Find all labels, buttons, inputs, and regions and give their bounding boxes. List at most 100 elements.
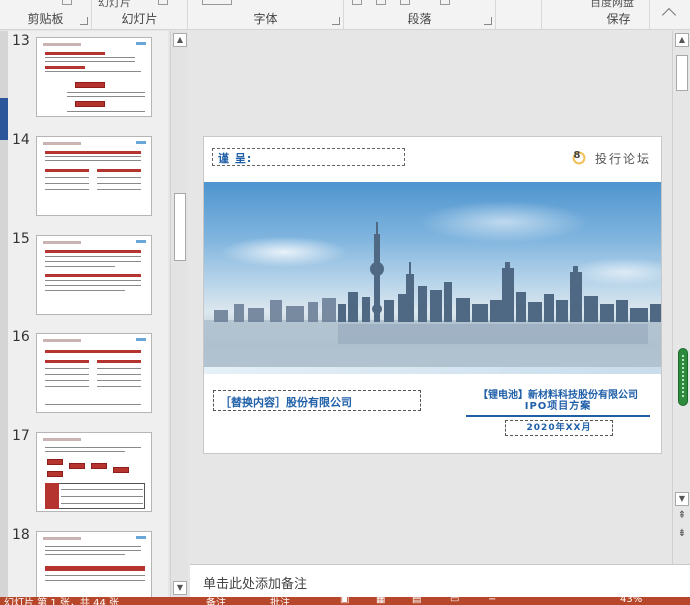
ribbon: 剪贴板 幻灯片 幻灯片 字体 段落 百度网盘 保存 — [0, 0, 690, 30]
slide-thumbnails-pane[interactable]: 13 14 15 16 17 18 — [8, 31, 168, 597]
next-slide-icon[interactable]: ⇟ — [675, 528, 689, 542]
notes-button[interactable]: 备注 — [206, 597, 226, 605]
normal-view-icon[interactable]: ▣ — [340, 597, 349, 605]
thumb-bar — [97, 169, 141, 172]
thumb-line — [61, 496, 143, 497]
baidu-netdisk-button[interactable]: 百度网盘 — [590, 0, 634, 10]
ribbon-group-editing — [496, 0, 542, 30]
thumb-line — [45, 554, 125, 555]
to-textbox[interactable]: 谨 呈: — [212, 148, 405, 166]
slide-editor[interactable]: 谨 呈: 8 投行论坛 ［替换内容］股份有限公司 【锂电池】新材料科技股份有限公… — [190, 31, 672, 564]
thumb-box — [91, 463, 107, 469]
thumb-line — [61, 489, 143, 490]
thumb-logo — [136, 338, 146, 341]
thumb-line — [45, 61, 135, 62]
thumb-line — [45, 183, 89, 184]
zoom-level[interactable]: 43% — [620, 597, 642, 605]
slide-number: 15 — [12, 231, 30, 247]
columns-icon[interactable] — [440, 0, 450, 5]
thumb-line — [97, 183, 141, 184]
slideshow-icon[interactable]: ▭ — [450, 597, 459, 605]
status-bar: 幻灯片 第 1 张，共 44 张 备注 批注 ▣ ▦ ▤ ▭ − 43% — [0, 597, 690, 605]
thumb-line — [45, 57, 135, 58]
slide-sorter-icon[interactable]: ▦ — [376, 597, 385, 605]
thumb-line — [97, 374, 141, 375]
thumb-title — [43, 241, 81, 244]
thumb-line — [45, 451, 125, 452]
thumb-line — [45, 380, 89, 381]
ribbon-group-label: 字体 — [253, 12, 278, 26]
thumb-bar — [45, 169, 89, 172]
slide-thumbnail-13[interactable] — [36, 37, 152, 117]
thumb-line — [97, 189, 141, 190]
zoom-out-icon[interactable]: − — [488, 597, 496, 605]
font-name-dropdown[interactable] — [202, 0, 232, 5]
slide-accent-band — [204, 367, 661, 374]
thumbnails-scrollbar[interactable]: ▲ ▼ — [170, 31, 188, 597]
thumb-box — [75, 101, 105, 107]
slide-thumbnail-17[interactable] — [36, 432, 152, 512]
company-textbox[interactable]: ［替换内容］股份有限公司 — [213, 390, 421, 411]
powerpoint-window: 剪贴板 幻灯片 幻灯片 字体 段落 百度网盘 保存 13 14 15 16 17… — [0, 0, 690, 605]
font-launcher-icon[interactable] — [332, 17, 340, 25]
scroll-up-icon[interactable]: ▲ — [675, 33, 689, 47]
skyline-photo[interactable] — [204, 182, 661, 367]
slide-thumbnail-16[interactable] — [36, 333, 152, 413]
slide-count: 幻灯片 第 1 张，共 44 张 — [4, 598, 119, 605]
align-right-icon[interactable] — [400, 0, 410, 5]
align-left-icon[interactable] — [352, 0, 362, 5]
thumb-box — [69, 463, 85, 469]
thumb-line — [45, 71, 141, 72]
slide-number: 18 — [12, 527, 30, 543]
project-subtitle: IPO项目方案 — [524, 401, 592, 412]
reading-view-icon[interactable]: ▤ — [412, 597, 421, 605]
new-slide-button[interactable]: 幻灯片 — [98, 0, 131, 10]
floating-handle-icon[interactable] — [678, 348, 688, 406]
thumbnails-scroll-thumb[interactable] — [174, 193, 186, 261]
thumb-line — [97, 386, 141, 387]
thumb-line — [45, 189, 89, 190]
thumb-line — [45, 280, 141, 281]
paste-dropdown-icon[interactable] — [62, 0, 72, 5]
thumb-line — [97, 177, 141, 178]
thumb-bar — [45, 52, 105, 55]
editor-scroll-thumb[interactable] — [676, 55, 688, 91]
thumb-bar — [45, 360, 89, 363]
notes-pane[interactable]: 单击此处添加备注 — [190, 564, 690, 597]
date-textbox[interactable]: 2020年XX月 — [505, 420, 613, 436]
align-center-icon[interactable] — [376, 0, 386, 5]
thumb-line — [45, 156, 141, 157]
thumb-bar — [97, 360, 141, 363]
thumb-line — [45, 368, 89, 369]
thumb-bar — [45, 66, 85, 69]
slide-thumbnail-14[interactable] — [36, 136, 152, 216]
thumb-box — [47, 471, 63, 477]
slide-thumbnail-15[interactable] — [36, 235, 152, 315]
scroll-down-icon[interactable]: ▼ — [675, 492, 689, 506]
layout-icon[interactable] — [158, 0, 168, 5]
scroll-up-icon[interactable]: ▲ — [173, 33, 187, 47]
project-title-block[interactable]: 【锂电池】新材料科技股份有限公司 IPO项目方案 — [466, 390, 650, 417]
slide-thumbnail-18[interactable] — [36, 531, 152, 597]
slide-number: 17 — [12, 428, 30, 444]
thumb-line — [45, 546, 141, 547]
slide-number: 16 — [12, 329, 30, 345]
clipboard-launcher-icon[interactable] — [80, 17, 88, 25]
previous-slide-icon[interactable]: ⇞ — [675, 510, 689, 524]
current-slide[interactable]: 谨 呈: 8 投行论坛 ［替换内容］股份有限公司 【锂电池】新材料科技股份有限公… — [203, 136, 662, 454]
thumb-title — [43, 438, 81, 441]
thumb-line — [45, 374, 89, 375]
scroll-down-icon[interactable]: ▼ — [173, 581, 187, 595]
thumb-line — [45, 285, 141, 286]
comments-button[interactable]: 批注 — [270, 597, 290, 605]
collapse-ribbon-icon[interactable] — [661, 7, 677, 23]
editor-scrollbar[interactable]: ▲ ▼ ⇞ ⇟ — [672, 31, 690, 564]
thumb-title — [43, 537, 81, 540]
thumb-line — [45, 256, 141, 257]
thumb-bar — [45, 274, 141, 277]
ribbon-group-label: 幻灯片 — [121, 12, 158, 26]
thumb-logo — [136, 240, 146, 243]
paragraph-launcher-icon[interactable] — [484, 17, 492, 25]
thumb-line — [45, 550, 141, 551]
ribbon-group-slides: 幻灯片 幻灯片 — [92, 0, 188, 30]
